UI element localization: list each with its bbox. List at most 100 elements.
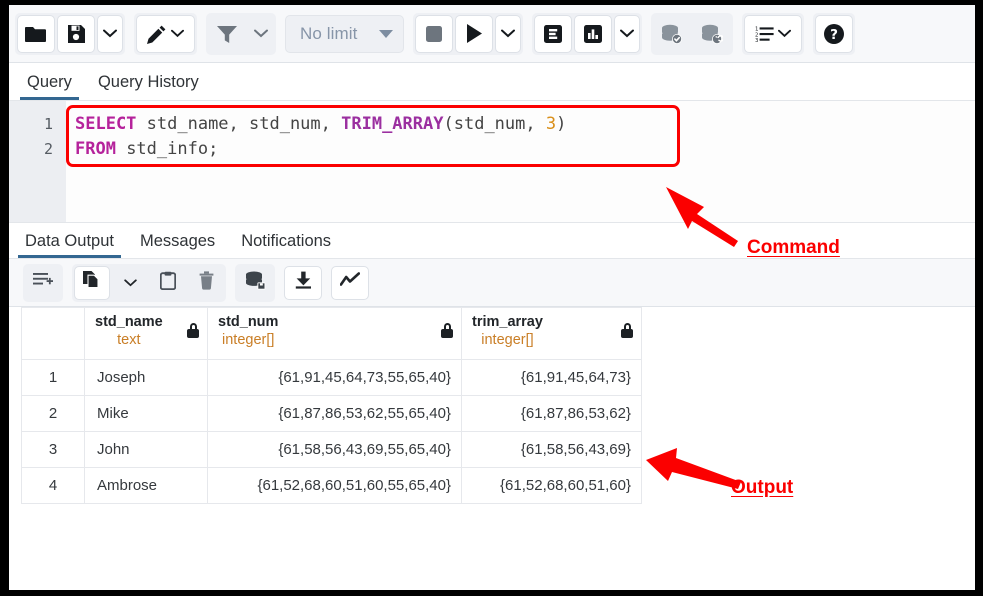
cell-std-name[interactable]: Ambrose [85,468,208,504]
explain-button-group [532,13,642,55]
add-row-button[interactable] [25,266,61,300]
macros-button-group: 1 2 3 [742,13,804,55]
save-options-button[interactable] [97,15,123,53]
cell-trim-array[interactable]: {61,58,56,43,69} [462,432,642,468]
table-row[interactable]: 3 John {61,58,56,43,69,55,65,40} {61,58,… [22,432,642,468]
tab-messages[interactable]: Messages [140,232,215,258]
download-icon [295,271,312,294]
line-number: 1 [9,112,53,137]
save-file-button[interactable] [57,15,95,53]
sql-function-trim-array: TRIM_ARRAY [341,114,443,134]
tab-data-output[interactable]: Data Output [25,232,114,258]
copy-options-button[interactable] [112,266,148,300]
sql-columns: std_name, std_num, [136,114,341,134]
explain-button[interactable] [534,15,572,53]
cell-std-num[interactable]: {61,52,68,60,51,60,55,65,40} [208,468,462,504]
column-header-std-num[interactable]: std_num integer[] [208,308,462,360]
explain-analyze-button[interactable] [574,15,612,53]
file-button-group [15,13,125,55]
cell-std-name[interactable]: John [85,432,208,468]
table-row[interactable]: 1 Joseph {61,91,45,64,73,55,65,40} {61,9… [22,360,642,396]
svg-text:?: ? [831,27,839,43]
commit-button[interactable] [653,15,691,53]
cell-trim-array[interactable]: {61,87,86,53,62} [462,396,642,432]
tab-query-history[interactable]: Query History [98,73,199,100]
line-chart-icon [340,272,360,293]
macros-button[interactable]: 1 2 3 [744,15,802,53]
copy-icon [83,271,102,295]
open-file-button[interactable] [17,15,55,53]
stop-query-button[interactable] [415,15,453,53]
numbered-list-icon: 1 2 3 [755,25,775,43]
output-annotation-label: Output [731,477,793,499]
editor-code-area[interactable]: SELECT std_name, std_num, TRIM_ARRAY(std… [66,101,975,222]
save-disk-icon [66,24,86,44]
edit-button[interactable] [136,15,195,53]
row-number: 2 [22,396,85,432]
database-save-icon [245,271,266,295]
column-header-std-name[interactable]: std_name text [85,308,208,360]
paste-button[interactable] [150,266,186,300]
row-limit-select[interactable]: No limit [285,15,404,53]
cell-trim-array[interactable]: {61,52,68,60,51,60} [462,468,642,504]
cell-std-name[interactable]: Joseph [85,360,208,396]
column-name: trim_array [472,314,543,331]
execute-options-button[interactable] [495,15,521,53]
row-number: 4 [22,468,85,504]
line-number: 2 [9,137,53,162]
cell-std-name[interactable]: Mike [85,396,208,432]
database-rollback-icon [701,24,723,44]
cell-std-num[interactable]: {61,87,86,53,62,55,65,40} [208,396,462,432]
explain-e-icon [543,24,563,44]
execute-button-group [413,13,523,55]
grid-header-row: std_name text std_num integer[] [22,308,642,360]
graph-visualiser-button[interactable] [331,266,369,300]
tab-notifications[interactable]: Notifications [241,232,331,258]
download-csv-button[interactable] [284,266,322,300]
trash-icon [199,271,214,295]
save-data-group [235,264,275,302]
results-grid: std_name text std_num integer[] [21,307,642,504]
help-button[interactable]: ? [815,15,853,53]
copy-button[interactable] [74,266,110,300]
table-row[interactable]: 2 Mike {61,87,86,53,62,55,65,40} {61,87,… [22,396,642,432]
filter-options-button[interactable] [248,15,274,53]
sql-editor[interactable]: 1 2 SELECT std_name, std_num, TRIM_ARRAY… [9,101,975,223]
sql-paren-open: ( [443,114,453,134]
column-type: text [95,331,163,350]
column-header-trim-array[interactable]: trim_array integer[] [462,308,642,360]
transaction-button-group [651,13,733,55]
delete-row-button[interactable] [188,266,224,300]
chevron-down-icon [778,29,791,38]
filter-button[interactable] [208,15,246,53]
save-data-button[interactable] [237,266,273,300]
play-triangle-icon [465,24,483,43]
tab-query[interactable]: Query [27,73,72,100]
add-row-group [23,264,63,302]
column-name: std_name [95,314,163,331]
folder-icon [25,25,47,43]
column-name: std_num [218,314,278,331]
execute-query-button[interactable] [455,15,493,53]
cell-std-num[interactable]: {61,91,45,64,73,55,65,40} [208,360,462,396]
results-toolbar [9,259,975,307]
cell-std-num[interactable]: {61,58,56,43,69,55,65,40} [208,432,462,468]
cell-trim-array[interactable]: {61,91,45,64,73} [462,360,642,396]
rollback-button[interactable] [693,15,731,53]
add-row-icon [33,272,53,293]
chevron-down-icon [379,30,393,38]
sql-keyword-from: FROM [75,139,116,159]
question-mark-circle-icon: ? [823,23,845,45]
chevron-down-icon [501,29,515,38]
database-check-icon [661,24,683,44]
explain-options-button[interactable] [614,15,640,53]
column-type: integer[] [472,331,543,350]
sql-number: 3 [546,114,556,134]
sql-line-2: FROM std_info; [75,137,975,162]
lock-icon [187,323,199,338]
sql-line-1: SELECT std_name, std_num, TRIM_ARRAY(std… [75,112,975,137]
command-annotation-label: Command [747,237,840,259]
table-row[interactable]: 4 Ambrose {61,52,68,60,51,60,55,65,40} {… [22,468,642,504]
help-button-group: ? [813,13,855,55]
chevron-down-icon [620,29,634,38]
